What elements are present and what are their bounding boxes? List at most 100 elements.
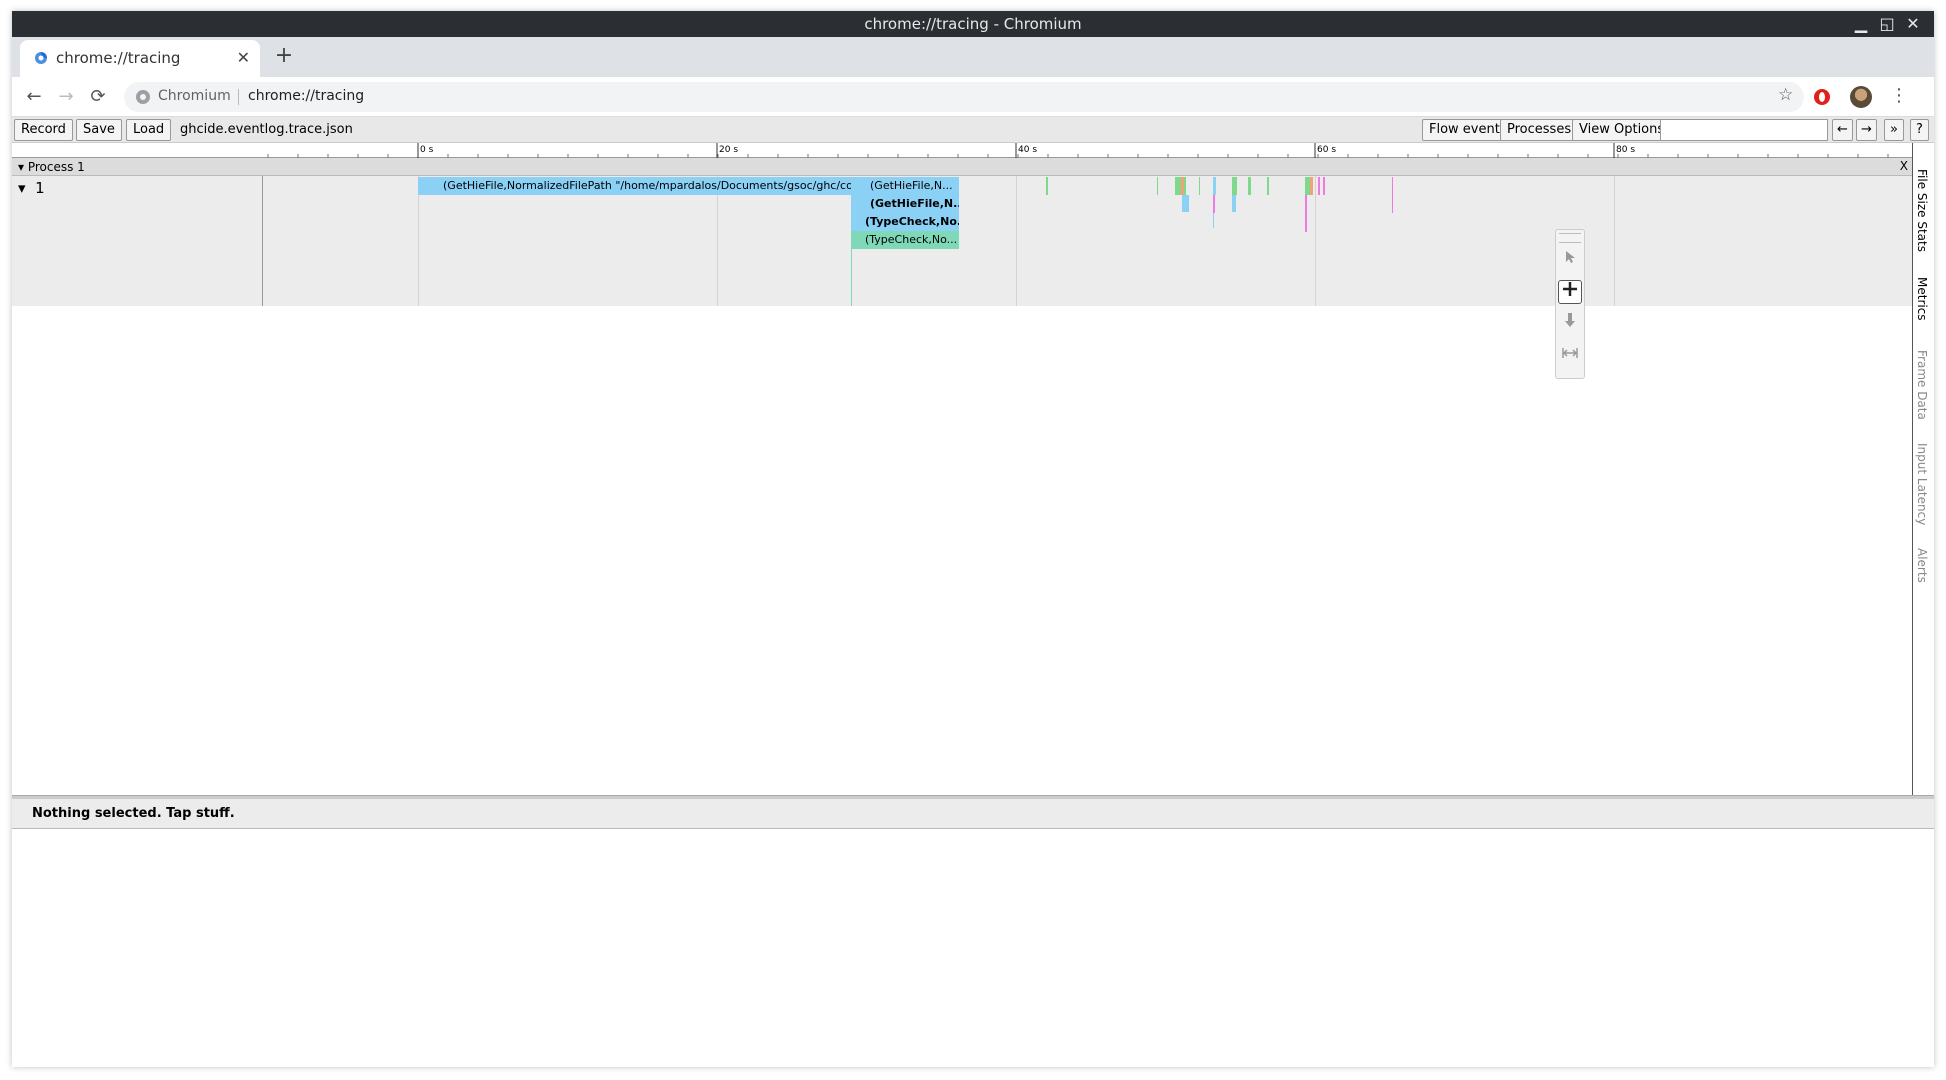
site-name: Chromium — [158, 88, 231, 104]
thread-track[interactable]: (GetHieFile,NormalizedFilePath "/home/mp… — [263, 176, 1912, 306]
forward-button[interactable]: → — [54, 85, 78, 109]
reload-button[interactable]: ⟳ — [86, 85, 110, 109]
process-close-button[interactable]: X — [1900, 159, 1908, 173]
address-bar[interactable]: Chromium chrome://tracing — [124, 82, 1804, 112]
processes-button[interactable]: Processes — [1500, 119, 1579, 141]
trace-slice[interactable]: (TypeCheck,No... — [851, 231, 959, 249]
url-separator — [238, 89, 239, 105]
bookmark-star-icon[interactable]: ☆ — [1778, 85, 1793, 105]
record-button[interactable]: Record — [14, 119, 73, 141]
timing-icon — [1562, 348, 1578, 358]
side-panel: File Size Stats Metrics Frame Data Input… — [1912, 143, 1934, 795]
title-bar: chrome://tracing - Chromium ▁ ◱ ✕ — [12, 11, 1934, 37]
find-input[interactable] — [1660, 119, 1828, 141]
side-tab-file-size-stats[interactable]: File Size Stats — [1915, 169, 1929, 252]
trace-slice-marker — [851, 249, 852, 306]
find-more-button[interactable]: » — [1884, 119, 1904, 141]
help-button[interactable]: ? — [1910, 119, 1929, 141]
trace-event-marker[interactable] — [1232, 195, 1236, 212]
grid-line — [1614, 176, 1615, 306]
new-tab-button[interactable]: + — [270, 43, 298, 68]
view-options-button[interactable]: View Options — [1572, 119, 1672, 141]
window-title: chrome://tracing - Chromium — [864, 15, 1082, 33]
trace-event-marker[interactable] — [1184, 177, 1186, 195]
ruler-ticks: 0 s 20 s 40 s 60 s 80 s — [267, 143, 1889, 158]
thread-label[interactable]: ▾ 1 — [12, 176, 263, 306]
side-tab-frame-data[interactable]: Frame Data — [1915, 350, 1929, 420]
tab-close-icon[interactable]: ✕ — [237, 48, 250, 67]
drag-handle-icon[interactable] — [1559, 233, 1581, 243]
trace-event-marker[interactable] — [1248, 177, 1251, 195]
trace-event-marker[interactable] — [1046, 177, 1048, 195]
trace-event-marker[interactable] — [1199, 177, 1200, 195]
side-tab-input-latency[interactable]: Input Latency — [1915, 443, 1929, 525]
thread-name: ▾ 1 — [18, 179, 45, 197]
profile-avatar[interactable] — [1850, 86, 1872, 108]
pan-mode-button[interactable] — [1558, 280, 1582, 304]
ruler-tick-80: 80 s — [1616, 145, 1635, 155]
zoom-mode-button[interactable] — [1558, 312, 1582, 336]
trace-slice[interactable]: (GetHieFile,N... — [851, 177, 959, 195]
chromium-favicon-icon — [35, 52, 47, 64]
mouse-mode-selector[interactable] — [1555, 229, 1585, 379]
trace-event-marker[interactable] — [1232, 177, 1237, 195]
process-label: ▾ Process 1 — [18, 160, 85, 174]
selection-mode-button[interactable] — [1558, 248, 1582, 272]
ruler-tick-20: 20 s — [719, 145, 738, 155]
analysis-header: Nothing selected. Tap stuff. — [12, 799, 1934, 829]
find-next-button[interactable]: → — [1856, 119, 1877, 141]
trace-slice[interactable]: (GetHieFile,NormalizedFilePath "/home/mp… — [418, 177, 851, 195]
zoom-icon — [1565, 313, 1575, 327]
trace-filename: ghcide.eventlog.trace.json — [180, 122, 353, 137]
trace-event-marker[interactable] — [1157, 177, 1158, 195]
browser-menu-icon[interactable]: ⋮ — [1890, 85, 1908, 106]
minimize-button[interactable]: ▁ — [1850, 14, 1872, 34]
close-window-button[interactable]: ✕ — [1902, 14, 1924, 34]
site-info-icon[interactable] — [136, 90, 150, 104]
process-header[interactable]: ▾ Process 1 X — [12, 158, 1912, 176]
trace-slice[interactable]: (GetHieFile,N... — [851, 195, 959, 213]
trace-event-marker[interactable] — [1305, 195, 1307, 232]
grid-line — [418, 176, 419, 306]
grid-line — [717, 176, 718, 306]
tracing-toolbar: Record Save Load ghcide.eventlog.trace.j… — [12, 117, 1934, 143]
selection-status: Nothing selected. Tap stuff. — [32, 806, 235, 821]
screen: chrome://tracing - Chromium ▁ ◱ ✕ chrome… — [0, 0, 1946, 1080]
trace-event-marker[interactable] — [1310, 177, 1313, 195]
pan-icon — [1563, 282, 1577, 296]
time-ruler[interactable]: 0 s 20 s 40 s 60 s 80 s — [12, 143, 1912, 158]
back-button[interactable]: ← — [22, 85, 46, 109]
tab-tracing[interactable]: chrome://tracing ✕ — [20, 40, 260, 77]
cursor-arrow-icon — [1566, 251, 1575, 263]
save-button[interactable]: Save — [76, 119, 122, 141]
load-button[interactable]: Load — [126, 119, 172, 141]
maximize-button[interactable]: ◱ — [1876, 14, 1898, 34]
trace-event-marker[interactable] — [1213, 195, 1215, 213]
ruler-tick-0: 0 s — [420, 145, 434, 155]
process-name: Process 1 — [27, 160, 85, 174]
ruler-tick-60: 60 s — [1317, 145, 1336, 155]
address-toolbar: ← → ⟳ Chromium chrome://tracing ☆ ⋮ — [12, 77, 1934, 117]
tab-strip: chrome://tracing ✕ + — [12, 37, 1934, 77]
side-tab-alerts[interactable]: Alerts — [1915, 548, 1929, 583]
url-text[interactable]: chrome://tracing — [248, 88, 364, 104]
timing-mode-button[interactable] — [1558, 344, 1582, 368]
tab-title: chrome://tracing — [56, 49, 181, 67]
browser-window: chrome://tracing - Chromium ▁ ◱ ✕ chrome… — [12, 11, 1934, 1067]
extension-icon[interactable] — [1814, 89, 1830, 105]
trace-event-marker[interactable] — [1213, 177, 1216, 195]
grid-line — [1016, 176, 1017, 306]
find-prev-button[interactable]: ← — [1832, 119, 1853, 141]
thread-id: 1 — [35, 179, 45, 197]
ruler-tick-40: 40 s — [1018, 145, 1037, 155]
trace-event-marker[interactable] — [1392, 177, 1393, 213]
trace-event-marker[interactable] — [1267, 177, 1269, 195]
grid-line — [1315, 176, 1316, 306]
trace-event-marker[interactable] — [1182, 195, 1189, 212]
trace-slice[interactable]: (TypeCheck,No... — [851, 213, 959, 231]
trace-event-marker[interactable] — [1323, 177, 1325, 195]
side-tab-metrics[interactable]: Metrics — [1915, 277, 1929, 321]
thread-row: ▾ 1 (GetHieFile,NormalizedFilePath "/hom… — [12, 176, 1912, 306]
trace-event-marker[interactable] — [1213, 213, 1214, 228]
trace-event-marker[interactable] — [1318, 177, 1320, 195]
